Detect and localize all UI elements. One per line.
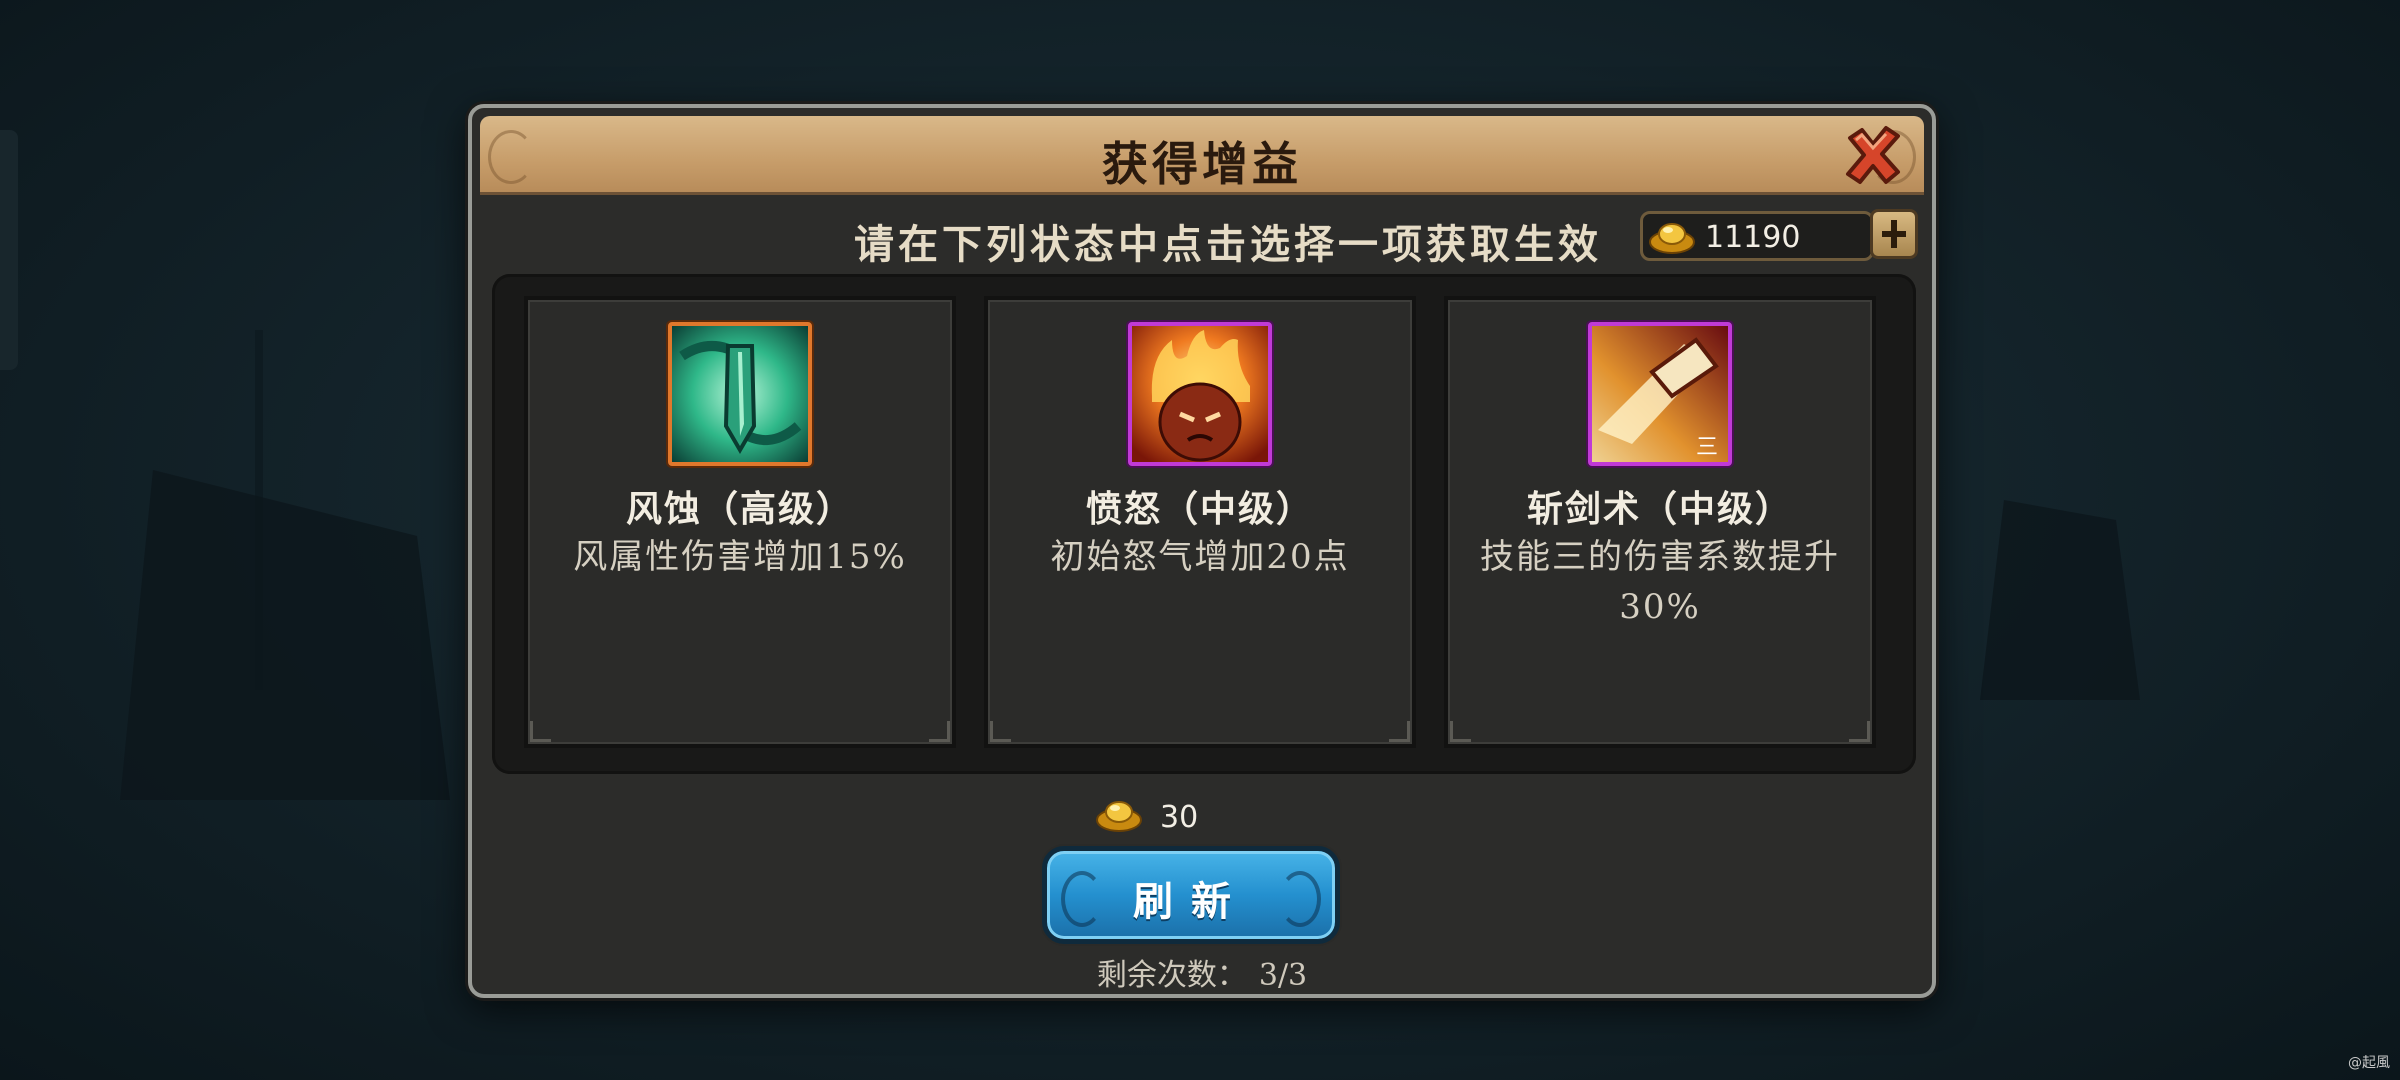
card-corner-ornament bbox=[990, 721, 1011, 742]
wind-blade-skill-icon bbox=[668, 322, 812, 466]
card-corner-ornament bbox=[1450, 721, 1471, 742]
buff-card-sword-art[interactable]: 三 斩剑术（中级） 技能三的伤害系数提升30% bbox=[1444, 296, 1876, 748]
buff-card-name: 风蚀（高级） bbox=[625, 488, 854, 530]
gold-ingot-icon bbox=[1649, 223, 1695, 254]
buff-card-rage[interactable]: 愤怒（中级） 初始怒气增加20点 bbox=[984, 296, 1416, 748]
dialog-titlebar: 获得增益 bbox=[480, 116, 1924, 195]
rage-fire-skill-icon bbox=[1128, 322, 1272, 466]
sword-slash-skill-icon: 三 bbox=[1588, 322, 1732, 466]
card-corner-ornament bbox=[530, 721, 551, 742]
side-tab bbox=[0, 130, 18, 370]
refresh-button-label: 刷新 bbox=[1133, 878, 1249, 925]
buff-card-name: 斩剑术（中级） bbox=[1526, 488, 1793, 530]
close-button[interactable] bbox=[1840, 122, 1906, 188]
svg-text:三: 三 bbox=[1696, 435, 1718, 460]
buff-card-wind-erosion[interactable]: 风蚀（高级） 风属性伤害增加15% bbox=[524, 296, 956, 748]
card-corner-ornament bbox=[929, 721, 950, 742]
gold-ingot-icon bbox=[1096, 801, 1142, 832]
currency-amount: 11190 bbox=[1705, 220, 1801, 255]
close-icon bbox=[1846, 126, 1900, 184]
buff-cards-panel: 风蚀（高级） 风属性伤害增加15% 愤怒（中级） 初始怒气增加20点 三 斩剑术… bbox=[492, 274, 1916, 774]
buff-card-description: 初始怒气增加20点 bbox=[1050, 537, 1350, 577]
remaining-label: 剩余次数： bbox=[1096, 958, 1247, 993]
gain-buff-dialog: 获得增益 请在下列状态中点击选择一项获取生效 11190 风蚀（高级） 风属性伤… bbox=[468, 104, 1936, 998]
buff-card-name: 愤怒（中级） bbox=[1085, 488, 1314, 530]
bg-ship-left bbox=[120, 470, 450, 800]
refresh-button[interactable]: 刷新 bbox=[1042, 846, 1340, 944]
refresh-cost: 30 bbox=[1160, 800, 1199, 835]
currency-display: 11190 bbox=[1640, 211, 1874, 261]
card-corner-ornament bbox=[1389, 721, 1410, 742]
buff-card-description: 技能三的伤害系数提升30% bbox=[1480, 537, 1840, 627]
remaining-value: 3/3 bbox=[1258, 958, 1308, 993]
buff-card-description: 风属性伤害增加15% bbox=[573, 537, 907, 577]
add-currency-button[interactable] bbox=[1870, 209, 1918, 259]
remaining-refreshes: 剩余次数： 3/3 bbox=[472, 950, 1932, 994]
instruction-text: 请在下列状态中点击选择一项获取生效 bbox=[854, 221, 1602, 268]
dialog-title: 获得增益 bbox=[1102, 137, 1302, 191]
bg-ship-right bbox=[1980, 500, 2140, 700]
watermark: @起風 bbox=[2348, 1055, 2390, 1071]
card-corner-ornament bbox=[1849, 721, 1870, 742]
